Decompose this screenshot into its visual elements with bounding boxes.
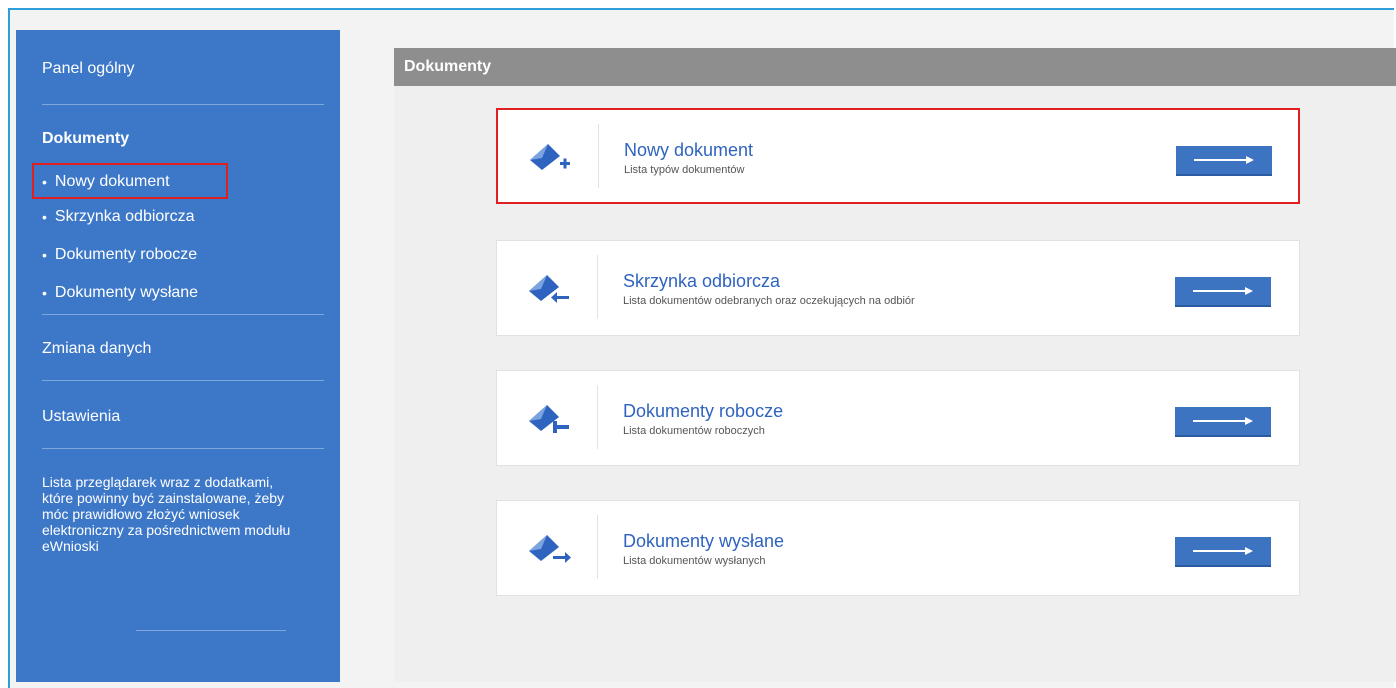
arrow-right-icon (1193, 417, 1253, 425)
sidebar-divider (136, 630, 286, 631)
arrow-right-icon (1193, 547, 1253, 555)
bullet-icon: • (42, 247, 47, 263)
card-separator (597, 255, 598, 319)
sidebar-divider (42, 380, 324, 381)
card-skrzynka-odbiorcza[interactable]: Skrzynka odbiorcza Lista dokumentów odeb… (496, 240, 1300, 336)
card-separator (598, 124, 599, 188)
card-subtitle: Lista dokumentów odebranych oraz oczekuj… (623, 295, 915, 307)
card-subtitle: Lista typów dokumentów (624, 164, 745, 176)
card-title[interactable]: Dokumenty wysłane (623, 531, 784, 552)
highlight-box-sidebar (32, 163, 228, 199)
sidebar-heading-documents[interactable]: Dokumenty (42, 130, 324, 148)
card-dokumenty-wyslane[interactable]: Dokumenty wysłane Lista dokumentów wysła… (496, 500, 1300, 596)
sidebar-item-label: Dokumenty wysłane (54, 284, 199, 301)
card-subtitle: Lista dokumentów wysłanych (623, 555, 766, 567)
card-separator (597, 385, 598, 449)
sidebar-item-skrzynka-odbiorcza[interactable]: • Skrzynka odbiorcza (42, 203, 195, 231)
card-title[interactable]: Skrzynka odbiorcza (623, 271, 780, 292)
sidebar-divider (42, 104, 324, 105)
sidebar-divider (42, 314, 324, 315)
sidebar-item-label: Panel ogólny (42, 60, 135, 77)
browser-info-link[interactable]: Lista przeglądarek wraz z dodatkami, któ… (42, 474, 292, 554)
sidebar-item-panel[interactable]: Panel ogólny (42, 60, 324, 78)
sidebar-item-label: Dokumenty robocze (54, 246, 198, 263)
envelope-draft-icon (529, 405, 569, 433)
card-title[interactable]: Dokumenty robocze (623, 401, 783, 422)
main-panel: Dokumenty Nowy dokument Lista typów doku… (394, 48, 1396, 682)
envelope-sent-icon (529, 535, 571, 563)
envelope-incoming-icon (529, 275, 569, 303)
bullet-icon: • (42, 209, 47, 225)
sidebar-item-label: Ustawienia (42, 408, 121, 425)
go-button[interactable] (1175, 277, 1271, 307)
sidebar-divider (42, 448, 324, 449)
sidebar-item-dokumenty-robocze[interactable]: • Dokumenty robocze (42, 241, 197, 269)
sidebar-heading-label: Dokumenty (42, 130, 130, 147)
go-button[interactable] (1175, 537, 1271, 567)
sidebar-item-dokumenty-wyslane[interactable]: • Dokumenty wysłane (42, 279, 198, 307)
sidebar-item-ustawienia[interactable]: Ustawienia (42, 408, 324, 426)
go-button[interactable] (1175, 407, 1271, 437)
sidebar-item-zmiana-danych[interactable]: Zmiana danych (42, 340, 324, 358)
card-subtitle: Lista dokumentów roboczych (623, 425, 765, 437)
panel-title: Dokumenty (394, 48, 1396, 86)
sidebar-item-label: Skrzynka odbiorcza (54, 208, 195, 225)
card-separator (597, 515, 598, 579)
card-title[interactable]: Nowy dokument (624, 140, 753, 161)
sidebar-item-label: Zmiana danych (42, 340, 152, 357)
card-nowy-dokument[interactable]: Nowy dokument Lista typów dokumentów (496, 108, 1300, 204)
arrow-right-icon (1194, 156, 1254, 164)
arrow-right-icon (1193, 287, 1253, 295)
sidebar: Panel ogólny Dokumenty • Nowy dokument •… (16, 30, 340, 682)
go-button[interactable] (1176, 146, 1272, 176)
card-dokumenty-robocze[interactable]: Dokumenty robocze Lista dokumentów roboc… (496, 370, 1300, 466)
bullet-icon: • (42, 285, 47, 301)
envelope-plus-icon (530, 144, 570, 170)
